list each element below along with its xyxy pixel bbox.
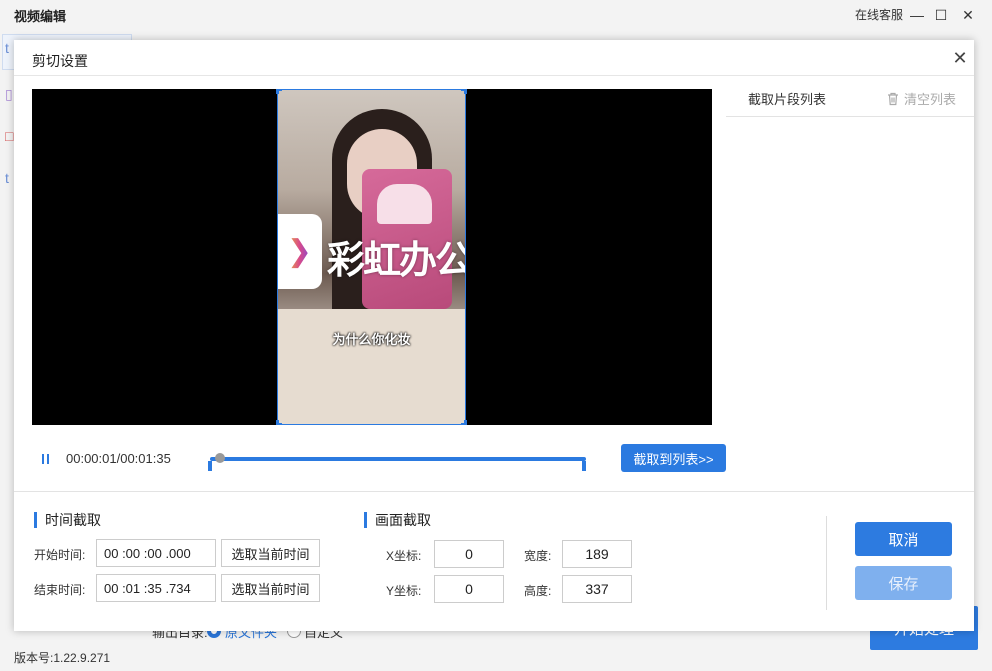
x-coord-input[interactable]: 0 — [434, 540, 504, 568]
crop-rectangle[interactable] — [276, 89, 467, 425]
height-label: 高度: — [524, 584, 552, 598]
clip-list-divider — [726, 116, 974, 117]
sidebar-tool-icon[interactable]: □ — [5, 128, 13, 144]
window-close-icon[interactable]: ✕ — [957, 4, 979, 26]
time-readout: 00:00:01/00:01:35 — [66, 451, 171, 466]
width-input[interactable]: 189 — [562, 540, 632, 568]
start-time-label: 开始时间: — [34, 548, 86, 562]
frame-section-title: 画面截取 — [364, 512, 431, 528]
sidebar-tool-icon[interactable]: ▯ — [5, 86, 13, 103]
minimize-icon[interactable]: — — [906, 4, 928, 26]
clip-list-title: 截取片段列表 — [748, 92, 827, 107]
x-coord-label: X坐标: — [386, 549, 422, 563]
section-divider — [14, 491, 974, 492]
app-sidebar: t ▯ □ t — [0, 30, 14, 630]
dialog-header: 剪切设置 ✕ — [14, 40, 974, 76]
clear-list-label: 清空列表 — [904, 92, 957, 107]
crop-handle-bottom-left[interactable] — [276, 420, 282, 425]
add-to-list-button[interactable]: 截取到列表>> — [621, 444, 726, 472]
crop-handle-top-right[interactable] — [461, 89, 467, 94]
cut-settings-dialog: 剪切设置 ✕ ❯ 彩虹办公 为什么你化妆 截取片段列表 清空列表 00:00:0 — [14, 40, 974, 631]
app-titlebar: 视频编辑 在线客服 — ☐ ✕ — [0, 0, 992, 30]
save-button[interactable]: 保存 — [855, 566, 952, 600]
time-section-title: 时间截取 — [34, 512, 101, 528]
end-time-input[interactable]: 00 :01 :35 .734 — [96, 574, 216, 602]
y-coord-label: Y坐标: — [386, 584, 422, 598]
pick-current-start-button[interactable]: 选取当前时间 — [221, 539, 320, 567]
timeline-track[interactable] — [210, 457, 586, 461]
video-preview[interactable]: ❯ 彩虹办公 为什么你化妆 — [32, 89, 712, 425]
online-service-link[interactable]: 在线客服 — [855, 6, 903, 23]
trash-icon — [888, 92, 898, 105]
app-bottom-bar — [0, 630, 992, 671]
pick-current-end-button[interactable]: 选取当前时间 — [221, 574, 320, 602]
close-icon[interactable]: ✕ — [950, 48, 970, 68]
sidebar-tool-icon[interactable]: t — [5, 170, 9, 186]
start-time-input[interactable]: 00 :00 :00 .000 — [96, 539, 216, 567]
timeline-start-handle[interactable] — [208, 461, 212, 471]
cancel-button[interactable]: 取消 — [855, 522, 952, 556]
maximize-icon[interactable]: ☐ — [930, 4, 952, 26]
version-label: 版本号:1.22.9.271 — [14, 651, 111, 665]
sidebar-tool-icon[interactable]: t — [5, 40, 9, 56]
width-label: 宽度: — [524, 549, 552, 563]
actions-divider — [826, 516, 827, 610]
app-title: 视频编辑 — [14, 9, 67, 24]
end-time-label: 结束时间: — [34, 583, 86, 597]
timeline-end-handle[interactable] — [582, 461, 586, 471]
clip-list-panel: 截取片段列表 清空列表 — [726, 76, 974, 492]
pause-icon[interactable] — [38, 452, 52, 466]
y-coord-input[interactable]: 0 — [434, 575, 504, 603]
height-input[interactable]: 337 — [562, 575, 632, 603]
clear-list-button[interactable]: 清空列表 — [886, 89, 956, 108]
crop-handle-top-left[interactable] — [276, 89, 282, 94]
dialog-title: 剪切设置 — [32, 53, 88, 69]
playhead-knob[interactable] — [215, 453, 225, 463]
crop-handle-bottom-right[interactable] — [461, 420, 467, 425]
